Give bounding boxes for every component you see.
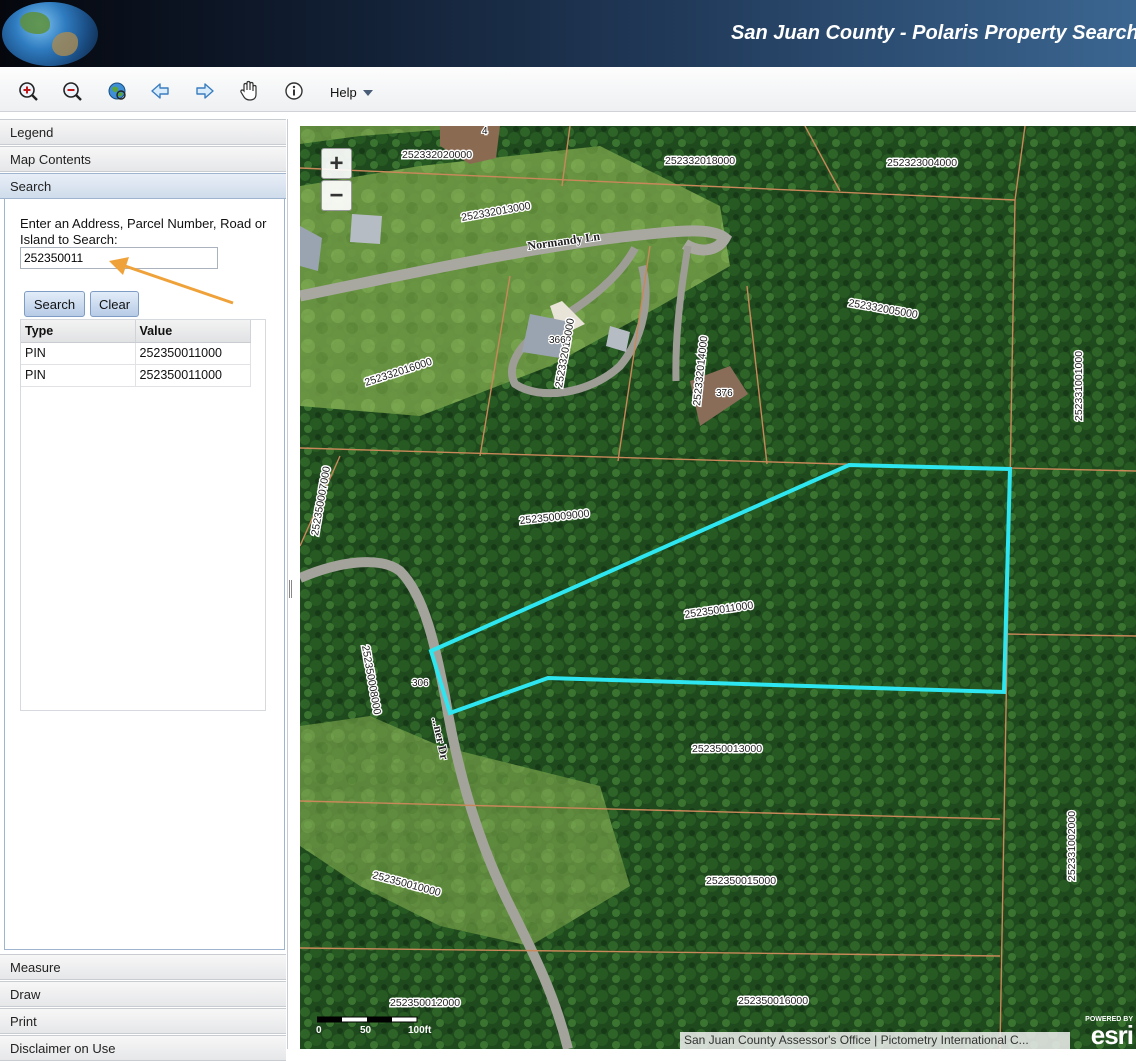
map-zoom-in-button[interactable]: + [321, 148, 352, 179]
panel-splitter[interactable] [289, 580, 292, 598]
scale-label-100: 100ft [408, 1025, 432, 1036]
print-panel-label: Print [10, 1014, 37, 1029]
search-prompt: Enter an Address, Parcel Number, Road or… [20, 216, 267, 247]
result-type: PIN [21, 364, 136, 387]
column-header-type[interactable]: Type [21, 320, 136, 343]
draw-panel-label: Draw [10, 987, 41, 1002]
map-attribution: San Juan County Assessor's Office | Pict… [680, 1032, 1070, 1049]
search-results-grid: Type Value PIN 252350011000 PIN 25235001… [20, 319, 266, 711]
scale-label-0: 0 [316, 1025, 322, 1036]
result-value: 252350011000 [135, 342, 251, 365]
result-type: PIN [21, 342, 136, 365]
result-row[interactable]: PIN 252350011000 [21, 342, 251, 365]
clear-button[interactable]: Clear [90, 291, 139, 317]
globe-logo [2, 2, 98, 66]
result-value: 252350011000 [135, 364, 251, 387]
aerial-map [300, 126, 1136, 1049]
help-menu-label: Help [330, 85, 357, 100]
esri-word: esri [1090, 1020, 1134, 1049]
legend-panel-label: Legend [10, 125, 54, 140]
info-icon[interactable] [283, 80, 305, 102]
pan-hand-icon[interactable] [238, 80, 260, 102]
app-header: San Juan County - Polaris Property Searc… [0, 0, 1136, 67]
scale-bar: 0 50 100ft [312, 1016, 437, 1038]
legend-panel-header[interactable]: Legend [0, 119, 286, 145]
search-pane: Enter an Address, Parcel Number, Road or… [4, 198, 285, 950]
scale-label-50: 50 [360, 1025, 372, 1036]
arrow-left-icon[interactable] [149, 80, 171, 102]
search-panel-header[interactable]: Search [0, 173, 286, 199]
measure-panel-header[interactable]: Measure [0, 954, 286, 980]
scale-bar-graphic [317, 1016, 418, 1023]
search-input[interactable] [20, 247, 218, 269]
result-row[interactable]: PIN 252350011000 [21, 364, 251, 387]
map-contents-panel-header[interactable]: Map Contents [0, 146, 286, 172]
zoom-in-icon[interactable] [17, 80, 39, 102]
map-toolbar: Help [0, 67, 1136, 112]
full-extent-icon[interactable] [106, 80, 128, 102]
arrow-right-icon[interactable] [194, 80, 216, 102]
column-header-value[interactable]: Value [135, 320, 251, 343]
search-button[interactable]: Search [24, 291, 85, 317]
zoom-out-icon[interactable] [61, 80, 83, 102]
measure-panel-label: Measure [10, 960, 61, 975]
search-panel-label: Search [10, 179, 52, 194]
draw-panel-header[interactable]: Draw [0, 981, 286, 1007]
map-contents-panel-label: Map Contents [10, 152, 91, 167]
help-menu[interactable]: Help [330, 85, 373, 100]
print-panel-header[interactable]: Print [0, 1008, 286, 1034]
esri-logo[interactable]: POWERED BY esri [1073, 1014, 1135, 1049]
map-zoom-out-button[interactable]: − [321, 180, 352, 211]
map-view[interactable]: + − 252332020000 252332018000 2523230040… [300, 126, 1136, 1049]
app-title: San Juan County - Polaris Property Searc… [731, 22, 1136, 44]
chevron-down-icon [362, 90, 373, 96]
disclaimer-panel-header[interactable]: Disclaimer on Use [0, 1035, 286, 1061]
